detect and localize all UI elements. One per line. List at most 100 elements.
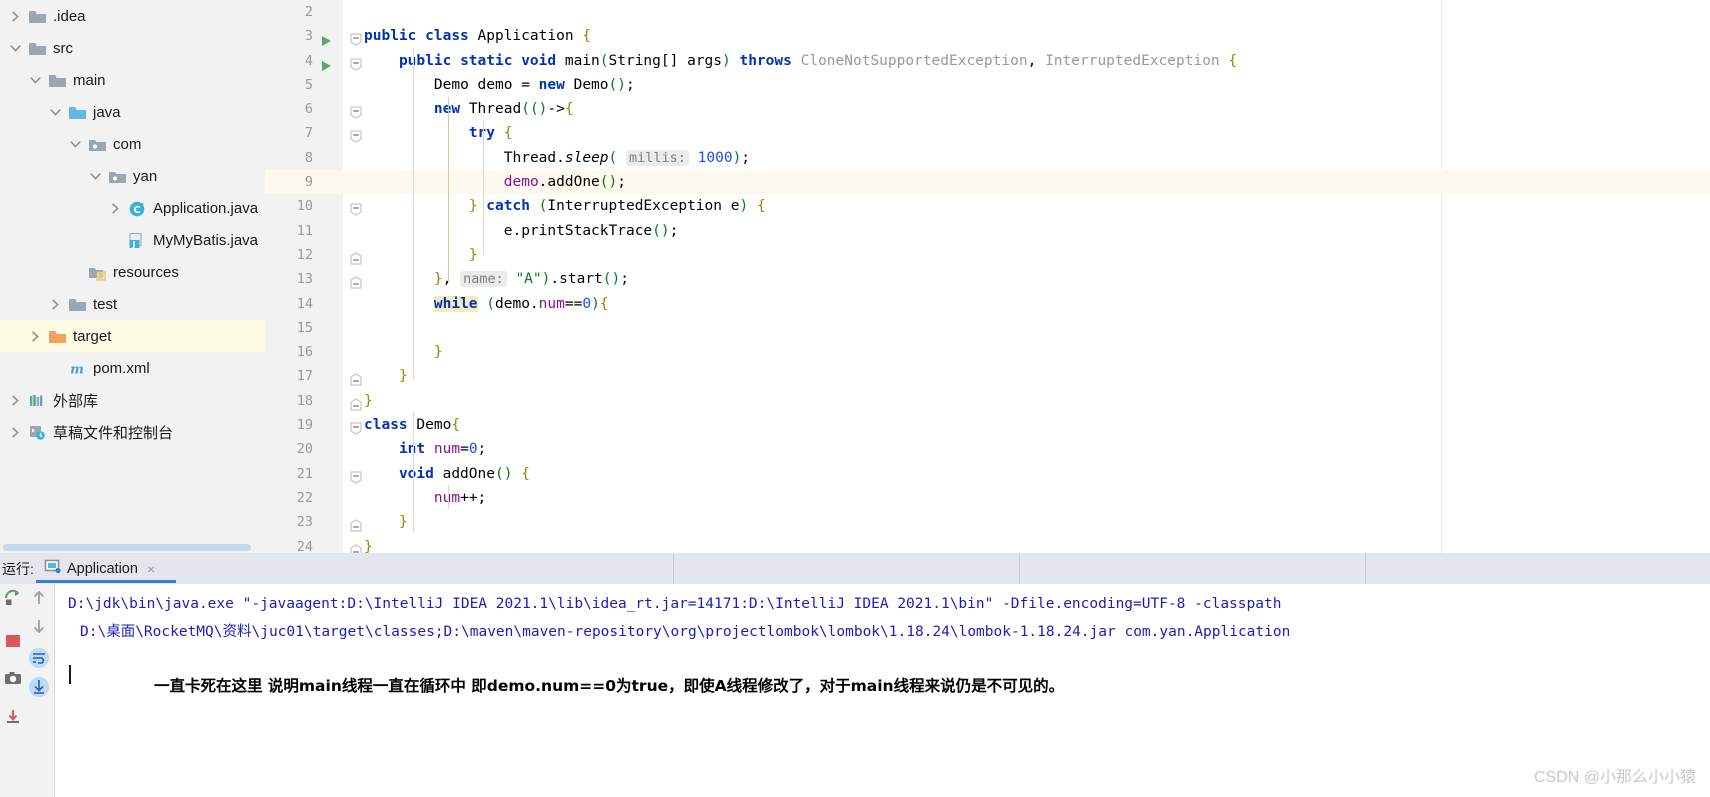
code-line[interactable]: 8 Thread.sleep( millis: 1000);	[265, 146, 1710, 170]
scroll-down-icon[interactable]	[29, 616, 49, 636]
code-line[interactable]: 5 Demo demo = new Demo();	[265, 73, 1710, 97]
chevron-down-icon[interactable]	[87, 168, 103, 184]
chevron-right-icon[interactable]	[27, 328, 43, 344]
code-fold-icon[interactable]	[350, 370, 362, 386]
scratches-icon	[28, 424, 47, 441]
code-line[interactable]: 23 }	[265, 510, 1710, 534]
run-gutter-icon[interactable]	[321, 31, 332, 47]
code-fold-icon[interactable]	[350, 200, 362, 216]
close-icon[interactable]: ×	[147, 561, 155, 577]
chevron-right-icon[interactable]	[7, 424, 23, 440]
tree-item-label: 草稿文件和控制台	[53, 424, 174, 442]
tree-item-resources[interactable]: resources	[0, 256, 265, 288]
line-number: 19	[296, 417, 313, 434]
tree-item-src[interactable]: src	[0, 32, 265, 64]
line-number: 21	[296, 465, 313, 482]
code-editor[interactable]: 2 3 public class Application {4 public sta…	[265, 0, 1710, 553]
code-fold-icon[interactable]	[350, 30, 362, 46]
code-fold-icon[interactable]	[350, 103, 362, 119]
tab-application-label: Application	[67, 560, 138, 577]
code-line[interactable]: 6 new Thread(()->{	[265, 97, 1710, 121]
export-icon[interactable]	[4, 708, 22, 726]
chevron-down-icon[interactable]	[27, 72, 43, 88]
code-fold-icon[interactable]	[350, 468, 362, 484]
rerun-icon[interactable]	[4, 589, 22, 607]
tree-item-MyMyBatis.java[interactable]: J MyMyBatis.java	[0, 224, 265, 256]
code-line[interactable]: 20 int num=0;	[265, 437, 1710, 461]
chevron-right-icon[interactable]	[7, 392, 23, 408]
svg-text:C: C	[133, 205, 140, 216]
tree-item-target[interactable]: target	[0, 320, 265, 352]
stop-icon[interactable]	[4, 632, 22, 650]
code-line[interactable]: 18}	[265, 389, 1710, 413]
run-window-label: 运行:	[2, 561, 34, 577]
tree-item-yan[interactable]: yan	[0, 160, 265, 192]
tree-item-label: com	[113, 135, 142, 153]
folder-gray-icon	[28, 40, 47, 57]
parameter-hint: millis:	[626, 149, 689, 166]
code-line[interactable]: 19 class Demo{	[265, 413, 1710, 437]
console-actions-gutter[interactable]	[24, 584, 55, 797]
chevron-right-icon[interactable]	[47, 296, 63, 312]
tree-item-label: pom.xml	[93, 359, 150, 377]
line-number: 13	[296, 271, 313, 288]
code-fold-icon[interactable]	[350, 127, 362, 144]
screenshot-icon[interactable]	[4, 669, 22, 687]
chevron-down-icon[interactable]	[7, 40, 23, 56]
console-output[interactable]: D:\jdk\bin\java.exe "-javaagent:D:\Intel…	[56, 584, 1710, 797]
run-actions-strip[interactable]	[0, 584, 24, 797]
chevron-right-icon[interactable]	[7, 8, 23, 24]
code-line[interactable]: 4 public static void main(String[] args)…	[265, 49, 1710, 73]
code-line[interactable]: 24}	[265, 535, 1710, 553]
code-line[interactable]: 2	[265, 0, 1710, 24]
soft-wrap-icon[interactable]	[28, 647, 49, 668]
tree-item-main[interactable]: main	[0, 64, 265, 96]
tree-item-[interactable]: 草稿文件和控制台	[0, 416, 265, 448]
tree-item-.idea[interactable]: .idea	[0, 0, 265, 32]
code-line[interactable]: 22 num++;	[265, 486, 1710, 510]
tree-item-pom.xml[interactable]: m pom.xml	[0, 352, 265, 384]
scroll-up-icon[interactable]	[29, 588, 49, 608]
code-fold-icon[interactable]	[350, 395, 362, 411]
code-line[interactable]: 15	[265, 316, 1710, 340]
chevron-right-icon[interactable]	[107, 200, 123, 216]
code-line[interactable]: 12 }	[265, 243, 1710, 267]
console-line: D:\jdk\bin\java.exe "-javaagent:D:\Intel…	[68, 596, 1282, 612]
code-fold-icon[interactable]	[350, 516, 362, 532]
code-text: public static void main(String[] args) t…	[398, 52, 1238, 69]
tree-item-[interactable]: 外部库	[0, 384, 265, 416]
project-tree-horizontal-scrollbar[interactable]	[3, 544, 251, 551]
code-line[interactable]: 7 try {	[265, 121, 1710, 145]
tree-item-Application.java[interactable]: C Application.java	[0, 192, 265, 224]
code-line[interactable]: 9 demo.addOne();	[265, 170, 1710, 195]
java-file-icon: J	[128, 232, 147, 249]
tree-item-test[interactable]: test	[0, 288, 265, 320]
chevron-down-icon[interactable]	[47, 104, 63, 120]
code-line[interactable]: 14 while (demo.num==0){	[265, 292, 1710, 316]
scroll-to-end-icon[interactable]	[28, 676, 49, 697]
code-fold-icon[interactable]	[350, 273, 362, 289]
tree-item-label: test	[93, 295, 118, 313]
code-fold-icon[interactable]	[350, 55, 362, 71]
project-tree-panel[interactable]: .idea src main java com yan C Application.java J…	[0, 0, 265, 553]
code-line[interactable]: 13 }, name: "A").start();	[265, 267, 1710, 291]
tree-item-label: resources	[113, 263, 179, 281]
folder-orange-icon	[48, 328, 67, 345]
code-line[interactable]: 21 void addOne() {	[265, 462, 1710, 486]
code-fold-icon[interactable]	[350, 419, 362, 435]
folder-gray-icon	[28, 8, 47, 25]
code-line[interactable]: 3 public class Application {	[265, 24, 1710, 48]
chevron-down-icon[interactable]	[67, 136, 83, 152]
code-line[interactable]: 16 }	[265, 340, 1710, 364]
code-text: Demo demo = new Demo();	[433, 76, 635, 93]
run-gutter-icon[interactable]	[321, 56, 332, 71]
code-fold-icon[interactable]	[350, 249, 362, 265]
code-line[interactable]: 17 }	[265, 364, 1710, 388]
code-line[interactable]: 10 } catch (InterruptedException e) {	[265, 194, 1710, 218]
run-tool-window[interactable]: 运行: Application × D:\jdk\bin\java.exe "-…	[0, 553, 1710, 797]
code-fold-icon[interactable]	[350, 541, 362, 553]
code-line[interactable]: 11 e.printStackTrace();	[265, 219, 1710, 243]
tree-item-java[interactable]: java	[0, 96, 265, 128]
indent-guide	[483, 121, 484, 255]
tree-item-com[interactable]: com	[0, 128, 265, 160]
